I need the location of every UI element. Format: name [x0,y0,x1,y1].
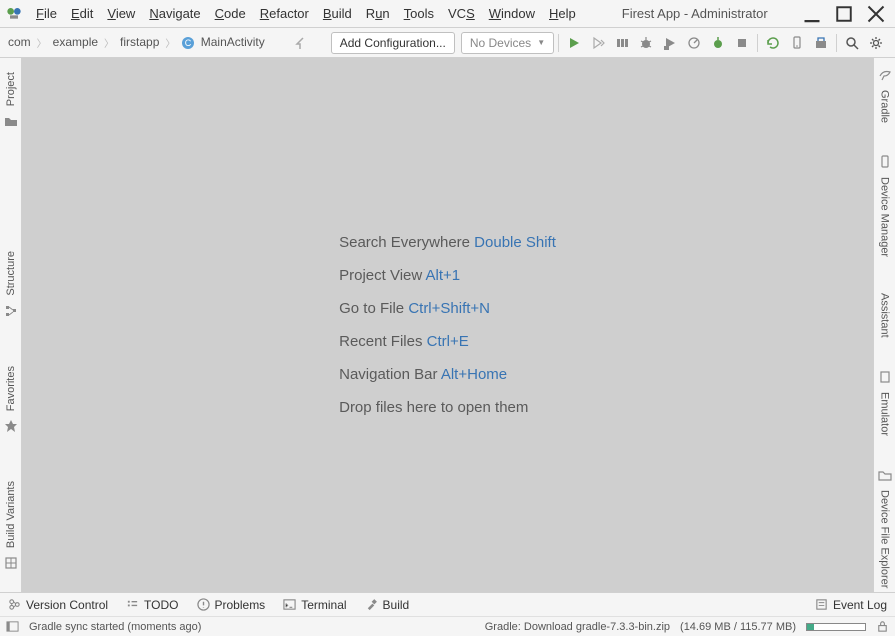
event-log-icon [815,598,828,611]
hint-recent-files: Recent Files Ctrl+E [339,333,556,350]
breadcrumb-item[interactable]: com [4,33,35,51]
stop-button[interactable] [731,32,753,54]
folder-icon [4,114,18,128]
problems-icon [197,598,210,611]
toolbar: com 〉 example 〉 firstapp 〉 C MainActivit… [0,28,895,58]
breadcrumb: com 〉 example 〉 firstapp 〉 C MainActivit… [4,33,269,52]
menu-tools[interactable]: Tools [398,4,440,23]
chevron-right-icon: 〉 [165,35,175,50]
lock-icon[interactable] [876,620,889,633]
build-tab[interactable]: Build [365,598,410,612]
sdk-manager-button[interactable] [810,32,832,54]
todo-icon [126,598,139,611]
settings-button[interactable] [865,32,887,54]
bottom-tool-strip: Version Control TODO Problems Terminal B… [0,592,895,616]
debug-button[interactable] [635,32,657,54]
breadcrumb-item[interactable]: C MainActivity [177,33,268,52]
left-tool-gutter: Project Structure Favorites Build Varian… [0,58,22,592]
hammer-icon [365,598,378,611]
window-controls [803,5,885,23]
status-bar: Gradle sync started (moments ago) Gradle… [0,616,895,636]
minimize-button[interactable] [803,5,821,23]
project-tab[interactable]: Project [4,68,18,128]
emulator-tab[interactable]: Emulator [878,370,892,440]
device-manager-tab[interactable]: Device Manager [878,155,892,261]
variant-icon [4,556,18,570]
file-explorer-icon [878,468,892,482]
menu-vcs[interactable]: VCS [442,4,481,23]
chevron-right-icon: 〉 [104,35,114,50]
profiler-button[interactable] [683,32,705,54]
apply-code-changes-button[interactable] [611,32,633,54]
menu-refactor[interactable]: Refactor [254,4,315,23]
menu-file[interactable]: File [30,4,63,23]
hint-project-view: Project View Alt+1 [339,267,556,284]
menu-window[interactable]: Window [483,4,541,23]
main-area: Project Structure Favorites Build Varian… [0,58,895,592]
device-combo[interactable]: No Devices ▼ [461,32,554,54]
menu-navigate[interactable]: Navigate [143,4,206,23]
structure-icon [4,304,18,318]
apply-changes-button[interactable] [587,32,609,54]
version-control-tab[interactable]: Version Control [8,598,108,612]
menu-code[interactable]: Code [209,4,252,23]
menu-run[interactable]: Run [360,4,396,23]
editor-area[interactable]: Search Everywhere Double Shift Project V… [22,58,873,592]
run-config-combo[interactable]: Add Configuration... [331,32,455,54]
breadcrumb-item[interactable]: firstapp [116,33,163,51]
assistant-tab[interactable]: Assistant [879,289,891,342]
menu-build[interactable]: Build [317,4,358,23]
status-message: Gradle sync started (moments ago) [29,621,201,633]
status-size: (14.69 MB / 115.77 MB) [680,621,796,633]
right-tool-gutter: Gradle Device Manager Assistant Emulator… [873,58,895,592]
progress-bar [806,623,866,631]
device-label: No Devices [470,36,531,50]
window-title: Firest App - Administrator [622,6,768,21]
run-config-label: Add Configuration... [340,36,446,50]
hint-search-everywhere: Search Everywhere Double Shift [339,234,556,251]
hint-drop-files: Drop files here to open them [339,399,556,416]
coverage-button[interactable] [659,32,681,54]
favorites-tab[interactable]: Favorites [4,362,18,433]
chevron-down-icon: ▼ [537,38,545,47]
status-download: Gradle: Download gradle-7.3.3-bin.zip [485,621,670,633]
titlebar: File Edit View Navigate Code Refactor Bu… [0,0,895,28]
emulator-icon [878,370,892,384]
menu-help[interactable]: Help [543,4,582,23]
android-studio-icon [6,6,22,22]
menu-edit[interactable]: Edit [65,4,99,23]
terminal-tab[interactable]: Terminal [283,598,346,612]
svg-text:C: C [185,38,192,48]
device-file-explorer-tab[interactable]: Device File Explorer [878,468,892,592]
sync-gradle-button[interactable] [762,32,784,54]
avd-manager-button[interactable] [786,32,808,54]
search-button[interactable] [841,32,863,54]
structure-tab[interactable]: Structure [4,247,18,318]
hint-navigation-bar: Navigation Bar Alt+Home [339,366,556,383]
event-log-tab[interactable]: Event Log [815,598,887,612]
hint-go-to-file: Go to File Ctrl+Shift+N [339,300,556,317]
back-button[interactable] [289,32,311,54]
star-icon [4,419,18,433]
class-icon: C [181,36,195,50]
breadcrumb-item[interactable]: example [49,33,102,51]
vcs-icon [8,598,21,611]
terminal-icon [283,598,296,611]
close-button[interactable] [867,5,885,23]
menu-view[interactable]: View [101,4,141,23]
build-variants-tab[interactable]: Build Variants [4,477,18,570]
main-menu: File Edit View Navigate Code Refactor Bu… [30,4,582,23]
chevron-right-icon: 〉 [37,35,47,50]
todo-tab[interactable]: TODO [126,598,178,612]
problems-tab[interactable]: Problems [197,598,266,612]
attach-debugger-button[interactable] [707,32,729,54]
device-icon [878,155,892,169]
run-button[interactable] [563,32,585,54]
gradle-tab[interactable]: Gradle [878,68,892,127]
maximize-button[interactable] [835,5,853,23]
tool-windows-icon[interactable] [6,620,19,633]
empty-editor-hints: Search Everywhere Double Shift Project V… [339,234,556,416]
gradle-icon [878,68,892,82]
